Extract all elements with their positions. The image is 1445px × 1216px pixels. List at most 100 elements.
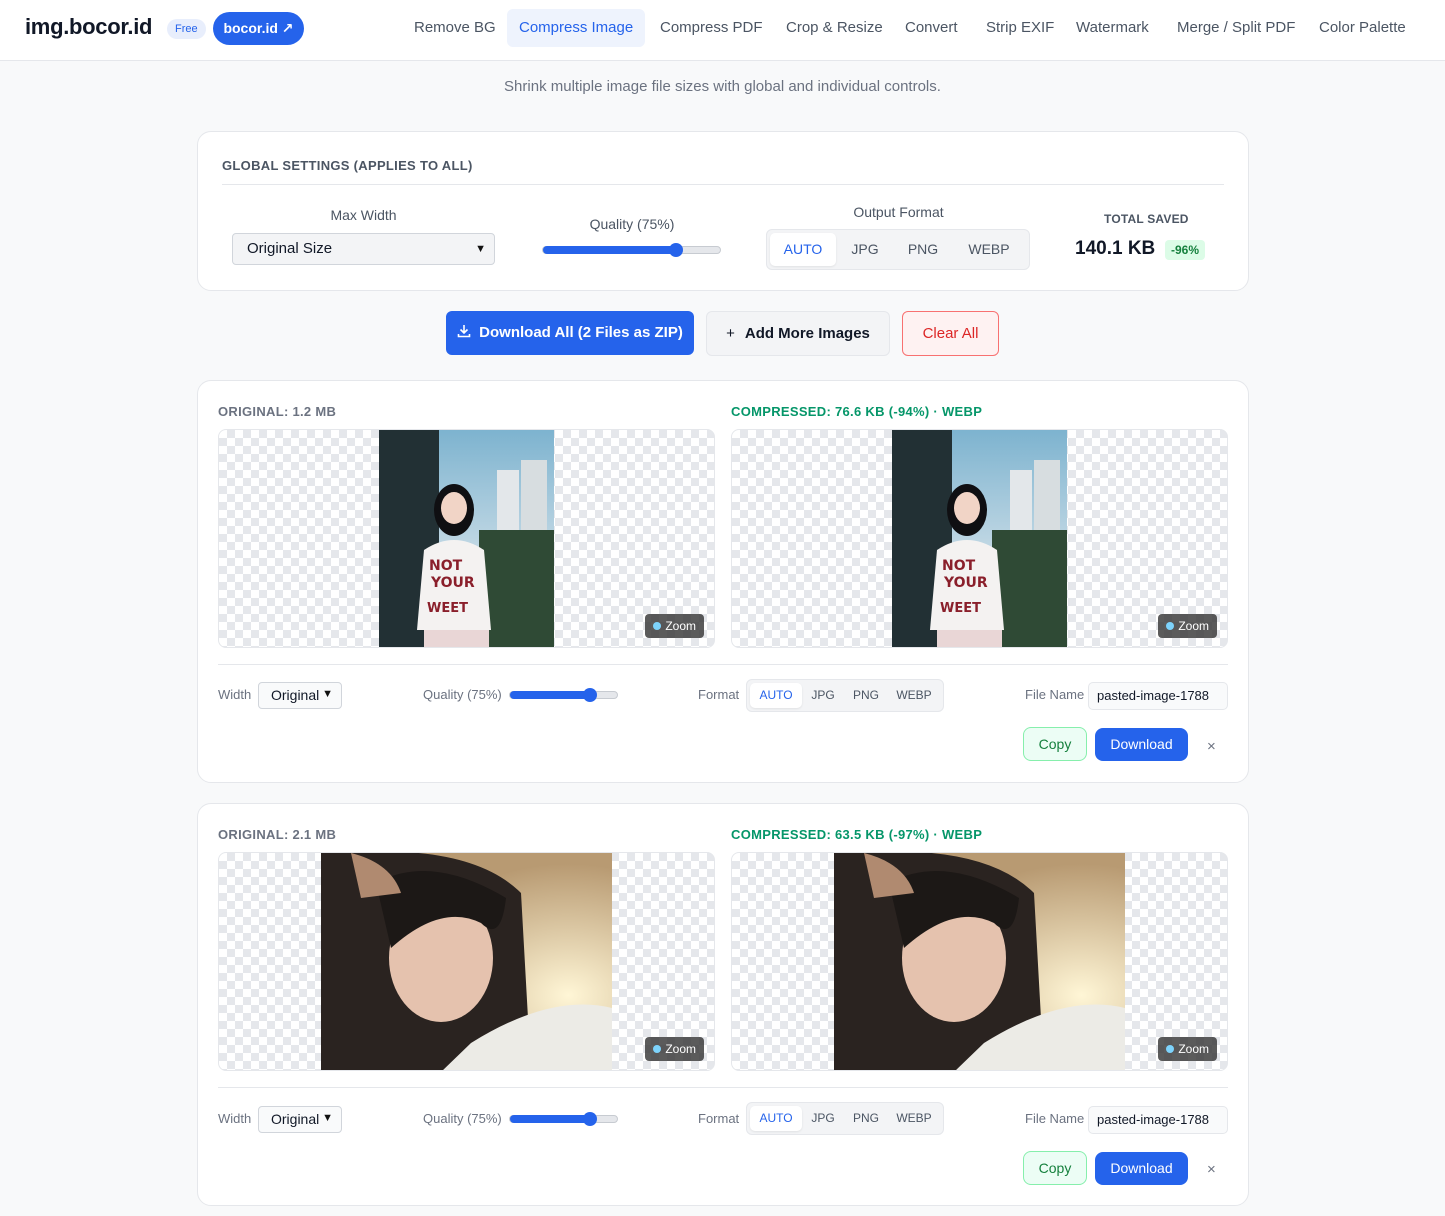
width-value: Original [271,687,320,703]
nav-color-palette[interactable]: Color Palette [1307,9,1418,47]
quality-slider[interactable] [509,1112,618,1126]
chevron-down-icon: ▼ [475,243,486,255]
nav-strip-exif[interactable]: Strip EXIF [974,9,1066,47]
nav-remove-bg[interactable]: Remove BG [402,9,508,47]
format-png[interactable]: PNG [894,233,952,266]
download-button[interactable]: Download [1095,728,1188,761]
zoom-label: Zoom [1178,619,1209,633]
copy-button[interactable]: Copy [1023,1151,1087,1185]
compressed-preview: NOT YOUR WEET Zoom [731,429,1228,648]
original-image [321,853,612,1070]
format-webp[interactable]: WEBP [952,233,1026,266]
global-quality-slider[interactable] [542,243,721,257]
divider [218,1087,1228,1088]
download-button[interactable]: Download [1095,1152,1188,1185]
divider [218,664,1228,665]
nav-watermark[interactable]: Watermark [1064,9,1161,47]
slider-thumb[interactable] [668,243,683,257]
format-auto[interactable]: AUTO [750,683,802,708]
zoom-label: Zoom [665,619,696,633]
slider-thumb[interactable] [583,1112,598,1126]
nav-compress-image[interactable]: Compress Image [507,9,646,47]
nav-merge-split-pdf[interactable]: Merge / Split PDF [1165,9,1307,47]
format-png[interactable]: PNG [844,1106,888,1131]
format-toggle: AUTO JPG PNG WEBP [746,679,944,712]
add-more-label: Add More Images [744,325,870,342]
slider-thumb[interactable] [583,688,598,702]
max-width-label: Max Width [330,207,397,223]
zoom-button[interactable]: Zoom [645,614,704,638]
download-icon [457,311,471,355]
nav-crop-resize[interactable]: Crop & Resize [774,9,895,47]
nav-compress-pdf[interactable]: Compress PDF [648,9,775,47]
zoom-button[interactable]: Zoom [645,1037,704,1061]
file-name-label: File Name [1025,1111,1085,1126]
download-all-button[interactable]: Download All (2 Files as ZIP) [446,311,694,355]
svg-text:NOT: NOT [429,558,463,574]
search-icon [653,1045,662,1053]
format-auto[interactable]: AUTO [770,233,836,266]
slider-fill [543,246,676,254]
svg-text:NOT: NOT [942,558,976,574]
compressed-size-label: COMPRESSED: 63.5 KB (-97%) · WEBP [731,827,983,842]
max-width-value: Original Size [247,240,333,257]
quality-slider[interactable] [509,688,618,702]
image-card: ORIGINAL: 1.2 MB COMPRESSED: 76.6 KB (-9… [197,380,1249,783]
plus-icon: + [726,325,735,342]
quality-label: Quality (75%) [423,687,502,702]
zoom-label: Zoom [665,1042,696,1056]
image-card: ORIGINAL: 2.1 MB COMPRESSED: 63.5 KB (-9… [197,803,1249,1206]
site-logo[interactable]: img.bocor.id [25,14,152,40]
file-name-input[interactable]: pasted-image-1788 [1088,682,1228,710]
total-saved-label: TOTAL SAVED [1104,212,1189,226]
format-auto[interactable]: AUTO [750,1106,802,1131]
width-value: Original [271,1111,320,1127]
original-image: NOT YOUR WEET [379,430,554,647]
top-header: img.bocor.id Free bocor.id ↗ Remove BG C… [0,0,1445,61]
format-label: Format [698,1111,740,1126]
format-jpg[interactable]: JPG [802,1106,844,1131]
clear-all-button[interactable]: Clear All [902,311,999,356]
nav-convert[interactable]: Convert [893,9,970,47]
download-all-label: Download All (2 Files as ZIP) [479,324,683,341]
slider-fill [510,691,591,699]
svg-text:WEET: WEET [940,601,981,616]
zoom-button[interactable]: Zoom [1158,614,1217,638]
compressed-image [834,853,1125,1070]
total-saved-percent: -96% [1165,240,1206,260]
global-quality-label: Quality (75%) [589,216,675,232]
max-width-select[interactable]: Original Size ▼ [232,233,495,265]
page-subtitle: Shrink multiple image file sizes with gl… [504,78,941,95]
original-preview: NOT YOUR WEET Zoom [218,429,715,648]
close-icon[interactable]: × [1207,1161,1216,1178]
format-label: Format [698,687,740,702]
format-webp[interactable]: WEBP [888,1106,940,1131]
compressed-preview: Zoom [731,852,1228,1071]
format-jpg[interactable]: JPG [802,683,844,708]
copy-button[interactable]: Copy [1023,727,1087,761]
width-select[interactable]: Original ▼ [258,1106,342,1133]
slider-fill [510,1115,591,1123]
global-format-toggle: AUTO JPG PNG WEBP [766,229,1030,270]
svg-text:WEET: WEET [427,601,468,616]
compressed-image: NOT YOUR WEET [892,430,1067,647]
format-toggle: AUTO JPG PNG WEBP [746,1102,944,1135]
format-jpg[interactable]: JPG [836,233,894,266]
close-icon[interactable]: × [1207,738,1216,755]
width-label: Width [218,687,252,702]
brand-link-button[interactable]: bocor.id ↗ [213,12,304,45]
global-settings-title: GLOBAL SETTINGS (APPLIES TO ALL) [222,158,473,173]
format-webp[interactable]: WEBP [888,683,940,708]
add-more-images-button[interactable]: + Add More Images [706,311,890,356]
svg-text:YOUR: YOUR [430,575,475,591]
divider [222,184,1224,185]
file-name-input[interactable]: pasted-image-1788 [1088,1106,1228,1134]
output-format-label: Output Format [853,204,944,220]
svg-text:YOUR: YOUR [943,575,988,591]
width-select[interactable]: Original ▼ [258,682,342,709]
width-label: Width [218,1111,252,1126]
format-png[interactable]: PNG [844,683,888,708]
zoom-button[interactable]: Zoom [1158,1037,1217,1061]
file-name-label: File Name [1025,687,1085,702]
search-icon [1166,1045,1175,1053]
